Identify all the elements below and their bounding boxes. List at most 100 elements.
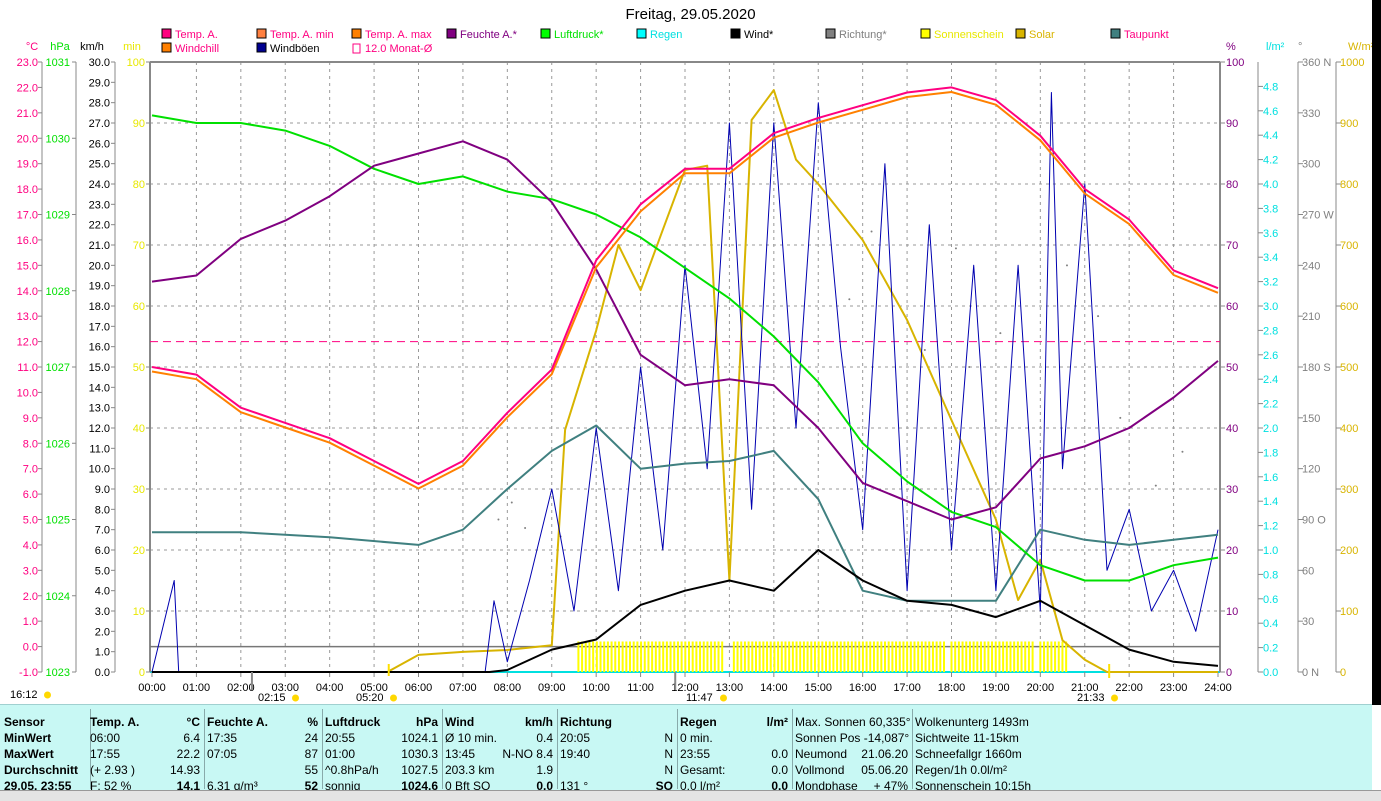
noon-icon bbox=[720, 694, 727, 702]
direction-point bbox=[954, 247, 957, 250]
humidity-tick-label: 90 bbox=[1226, 118, 1238, 130]
direction-tick-label: 360 N bbox=[1302, 57, 1331, 69]
temp-tick-label: -1.0 bbox=[19, 667, 38, 679]
table-column: Regen l/m² 0 min. 23:55 0.0 Gesamt: 0.0 0.0 l/m… bbox=[676, 709, 793, 793]
legend-swatch bbox=[1015, 28, 1026, 39]
table-column: Sensor MinWert MaxWert Durchschnitt 29.05. 2… bbox=[4, 709, 91, 793]
rain-tick-label: 1.6 bbox=[1263, 472, 1278, 484]
x-tick-label: 24:00 bbox=[1204, 682, 1232, 694]
wind-tick-label: 8.0 bbox=[95, 504, 110, 516]
table-cell-value: 0.4 bbox=[536, 731, 553, 745]
temp-tick-label: 14.0 bbox=[17, 286, 38, 298]
time-marker-label: 21:33 bbox=[1077, 692, 1105, 704]
legend-label: Temp. A. min bbox=[270, 29, 334, 41]
x-tick-label: 09:00 bbox=[538, 682, 566, 694]
legend-swatch bbox=[161, 28, 172, 39]
table-cell-label: Schneefallgr 1660m bbox=[915, 747, 1022, 761]
legend-label: Sonnenschein bbox=[934, 29, 1004, 41]
humidity-tick-label: 60 bbox=[1226, 301, 1238, 313]
temp-tick-label: 19.0 bbox=[17, 159, 38, 171]
sunmin-tick-label: 20 bbox=[133, 545, 145, 557]
direction-point bbox=[1065, 264, 1068, 267]
wind-tick-label: 20.0 bbox=[89, 260, 110, 272]
table-cell-label: 20:55 bbox=[325, 731, 356, 745]
table-cell-label: 23:55 bbox=[680, 747, 711, 761]
sunmin-tick-label: 40 bbox=[133, 423, 145, 435]
temp-tick-label: 23.0 bbox=[17, 57, 38, 69]
table-cell-label: Sichtweite 11-15km bbox=[915, 731, 1019, 745]
legend-label: Wind* bbox=[744, 29, 774, 41]
wind-tick-label: 9.0 bbox=[95, 484, 110, 496]
rain-tick-label: 4.0 bbox=[1263, 179, 1278, 191]
table-cell-value: N bbox=[664, 731, 673, 745]
sunmin-tick-label: 70 bbox=[133, 240, 145, 252]
table-cell-value: N bbox=[664, 763, 673, 777]
humidity-tick-label: 0 bbox=[1226, 667, 1232, 679]
temp-tick-label: 11.0 bbox=[17, 362, 38, 374]
table-cell-label: 0 min. bbox=[680, 731, 713, 745]
direction-tick-label: 0 N bbox=[1302, 667, 1319, 679]
temp-tick-label: 22.0 bbox=[17, 82, 38, 94]
direction-axis-unit: ° bbox=[1298, 41, 1302, 53]
wind-tick-label: 28.0 bbox=[89, 98, 110, 110]
humidity-tick-label: 50 bbox=[1226, 362, 1238, 374]
sunrise-icon bbox=[390, 694, 397, 702]
x-tick-label: 01:00 bbox=[183, 682, 211, 694]
sunmin-tick-label: 10 bbox=[133, 606, 145, 618]
table-cell-label: Vollmond bbox=[795, 763, 845, 777]
humidity-tick-label: 70 bbox=[1226, 240, 1238, 252]
legend-label: Taupunkt bbox=[1124, 29, 1169, 41]
legend-swatch bbox=[352, 43, 361, 54]
direction-point bbox=[968, 366, 971, 368]
table-cell-value: 0.0 bbox=[771, 763, 788, 777]
sunmin-tick-label: 80 bbox=[133, 179, 145, 191]
table-cell-value: 24 bbox=[304, 731, 318, 745]
temp-tick-label: 10.0 bbox=[17, 387, 38, 399]
sunmin-tick-label: 50 bbox=[133, 362, 145, 374]
direction-point bbox=[999, 332, 1002, 335]
x-tick-label: 14:00 bbox=[760, 682, 788, 694]
pressure-tick-label: 1028 bbox=[46, 286, 70, 298]
table-cell-label: MinWert bbox=[4, 731, 52, 745]
table-cell-value: 22.2 bbox=[176, 747, 200, 761]
wind-tick-label: 23.0 bbox=[89, 199, 110, 211]
table-cell-value: 0.0 bbox=[771, 747, 788, 761]
legend-swatch bbox=[636, 28, 647, 39]
pressure-axis-unit: hPa bbox=[50, 41, 70, 53]
direction-tick-label: 240 bbox=[1302, 260, 1320, 272]
table-cell-value: N-NO 8.4 bbox=[502, 747, 553, 761]
table-cell-label: ^0.8hPa/h bbox=[325, 763, 379, 777]
sunmin-tick-label: 60 bbox=[133, 301, 145, 313]
x-tick-label: 13:00 bbox=[716, 682, 744, 694]
legend-label: Solar bbox=[1029, 29, 1055, 41]
rain-tick-label: 4.6 bbox=[1263, 106, 1278, 118]
wind-tick-label: 6.0 bbox=[95, 545, 110, 557]
temp-tick-label: 17.0 bbox=[17, 210, 38, 222]
wind-tick-label: 2.0 bbox=[95, 626, 110, 638]
rain-tick-label: 2.6 bbox=[1263, 350, 1278, 362]
temp-tick-label: 4.0 bbox=[23, 540, 38, 552]
sunmin-axis-unit: min bbox=[123, 41, 141, 53]
wind-tick-label: 26.0 bbox=[89, 138, 110, 150]
table-cell-label: Ø 10 min. bbox=[445, 731, 498, 745]
table-cell-label: 17:55 bbox=[90, 747, 121, 761]
direction-point bbox=[1181, 450, 1184, 453]
x-tick-label: 17:00 bbox=[893, 682, 921, 694]
wind-tick-label: 18.0 bbox=[89, 301, 110, 313]
legend-label: Windböen bbox=[270, 43, 320, 55]
table-cell-value: km/h bbox=[524, 715, 553, 729]
wind-tick-label: 17.0 bbox=[89, 321, 110, 333]
x-tick-label: 08:00 bbox=[494, 682, 522, 694]
table-cell-label: (+ 2.93 ) bbox=[90, 763, 136, 777]
wind-tick-label: 22.0 bbox=[89, 220, 110, 232]
pressure-tick-label: 1030 bbox=[46, 133, 70, 145]
temp-axis-unit: °C bbox=[26, 41, 38, 53]
direction-point bbox=[497, 518, 500, 521]
pressure-tick-label: 1025 bbox=[46, 515, 70, 527]
wind-tick-label: 13.0 bbox=[89, 403, 110, 415]
table-cell-label: 20:05 bbox=[560, 731, 591, 745]
x-tick-label: 02:00 bbox=[227, 682, 255, 694]
legend-swatch bbox=[446, 28, 457, 39]
table-column: Luftdruck hPa 20:55 1024.1 01:00 1030.3 ^0.8hP… bbox=[321, 709, 443, 793]
pressure-tick-label: 1024 bbox=[46, 591, 70, 603]
